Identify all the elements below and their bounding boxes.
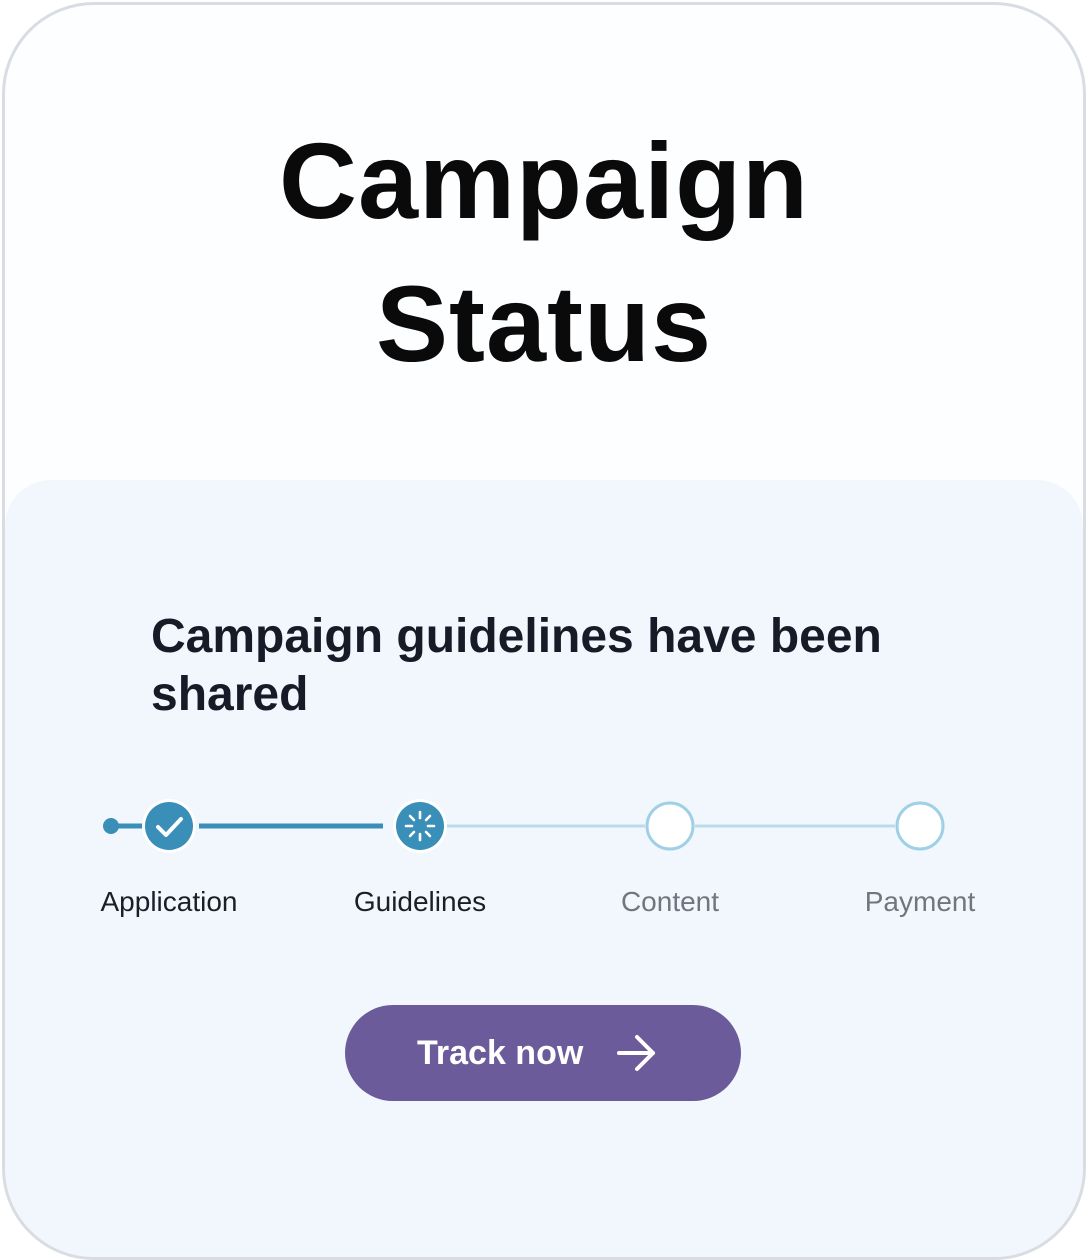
stepper-start-dot xyxy=(103,818,119,834)
track-now-button[interactable]: Track now xyxy=(345,1005,741,1101)
card-title-line-1: Campaign xyxy=(278,120,810,241)
step-label-guidelines: Guidelines xyxy=(353,886,487,917)
step-label-payment: Payment xyxy=(864,886,976,917)
progress-stepper: Application Guidelines Content Payment xyxy=(5,790,1083,930)
campaign-status-card: Campaign Status Campaign guidelines have… xyxy=(2,2,1086,1260)
empty-circle-icon xyxy=(895,801,945,851)
card-title-line-2: Status xyxy=(375,263,713,384)
step-content-marker xyxy=(645,801,695,851)
status-panel: Campaign guidelines have been shared App… xyxy=(5,480,1083,1257)
arrow-right-icon xyxy=(617,1035,655,1071)
status-message: Campaign guidelines have been shared xyxy=(151,610,882,721)
step-label-application: Application xyxy=(100,886,238,917)
step-payment-marker xyxy=(895,801,945,851)
step-label-content: Content xyxy=(620,886,720,917)
step-guidelines-marker xyxy=(393,799,447,853)
step-application-marker xyxy=(142,799,196,853)
track-now-label: Track now xyxy=(417,1034,584,1072)
card-title: Campaign Status xyxy=(5,109,1083,395)
empty-circle-icon xyxy=(645,801,695,851)
stepper-track xyxy=(103,799,945,853)
